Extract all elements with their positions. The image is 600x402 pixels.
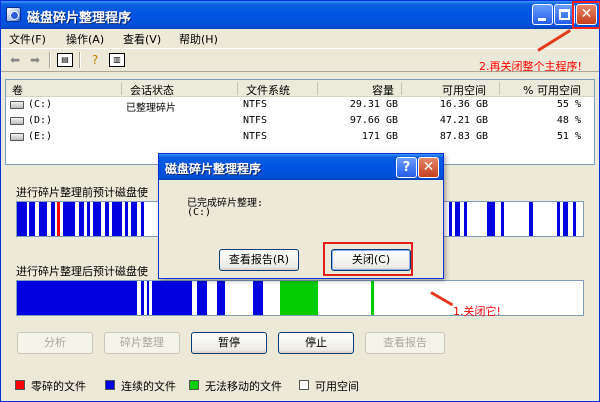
dialog-volume: (C:) bbox=[187, 207, 212, 218]
dialog-title: 磁盘碎片整理程序 bbox=[165, 162, 262, 176]
toolbar-separator bbox=[79, 52, 81, 68]
minimize-icon bbox=[538, 18, 546, 21]
close-button-highlight-box bbox=[323, 242, 413, 276]
volume-capacity: 97.66 GB bbox=[349, 115, 398, 126]
volume-percent-free: 48 % bbox=[556, 115, 581, 126]
column-divider[interactable] bbox=[317, 82, 318, 95]
console-tree-icon[interactable]: ▥ bbox=[109, 53, 125, 67]
col-session-status[interactable]: 会话状态 bbox=[130, 82, 174, 98]
minimize-button[interactable] bbox=[532, 4, 553, 25]
column-divider[interactable] bbox=[401, 82, 402, 95]
volume-list-header: 卷 会话状态 文件系统 容量 可用空间 % 可用空间 bbox=[6, 80, 594, 97]
analyze-button[interactable]: 分析 bbox=[17, 332, 93, 354]
legend-swatch bbox=[189, 380, 199, 390]
volume-free: 16.36 GB bbox=[439, 99, 488, 110]
legend-swatch bbox=[105, 380, 115, 390]
after-defrag-label: 进行碎片整理后预计磁盘使 bbox=[16, 265, 148, 278]
menu-file[interactable]: 文件(F) bbox=[9, 31, 46, 47]
back-arrow-icon[interactable]: ⬅ bbox=[7, 53, 23, 67]
column-divider[interactable] bbox=[499, 82, 500, 95]
annotation-close-dialog: 1.关闭它! bbox=[453, 305, 501, 318]
volume-capacity: 171 GB bbox=[361, 131, 398, 142]
legend-label: 连续的文件 bbox=[121, 380, 176, 393]
stop-button[interactable]: 停止 bbox=[278, 332, 354, 354]
hard-drive-icon bbox=[10, 117, 24, 125]
volume-row[interactable]: (E:) NTFS 171 GB 87.83 GB 51 % bbox=[6, 130, 594, 144]
toolbar-separator bbox=[49, 52, 51, 68]
volume-filesystem: NTFS bbox=[243, 131, 268, 142]
menu-view[interactable]: 查看(V) bbox=[123, 31, 161, 47]
menu-bar: 文件(F) 操作(A) 查看(V) 帮助(H) bbox=[1, 29, 599, 47]
dialog-view-report-button[interactable]: 查看报告(R) bbox=[219, 249, 299, 271]
volume-percent-free: 51 % bbox=[556, 131, 581, 142]
title-bar[interactable]: 磁盘碎片整理程序 ✕ bbox=[1, 1, 599, 29]
view-report-button[interactable]: 查看报告 bbox=[365, 332, 445, 354]
close-button-highlight bbox=[572, 1, 600, 29]
legend-label: 可用空间 bbox=[315, 380, 359, 393]
defrag-app-icon bbox=[6, 7, 21, 22]
volume-row[interactable]: (C:) 已整理碎片 NTFS 29.31 GB 16.36 GB 55 % bbox=[6, 98, 594, 114]
volume-name: (E:) bbox=[28, 131, 53, 142]
volume-name: (C:) bbox=[28, 99, 53, 110]
legend-swatch bbox=[15, 380, 25, 390]
window-title: 磁盘碎片整理程序 bbox=[27, 11, 132, 26]
hard-drive-icon bbox=[10, 101, 24, 109]
volume-free: 47.21 GB bbox=[439, 115, 488, 126]
before-defrag-label: 进行碎片整理前预计磁盘使 bbox=[16, 186, 148, 199]
maximize-icon bbox=[559, 9, 570, 20]
volume-filesystem: NTFS bbox=[243, 99, 268, 110]
dialog-help-button[interactable]: ? bbox=[396, 157, 417, 178]
legend-label: 无法移动的文件 bbox=[205, 380, 282, 393]
defrag-main-window: 磁盘碎片整理程序 ✕ 文件(F) 操作(A) 查看(V) 帮助(H) ⬅ ➡ ▤… bbox=[0, 0, 600, 402]
volume-name: (D:) bbox=[28, 115, 53, 126]
column-divider[interactable] bbox=[237, 82, 238, 95]
volume-row[interactable]: (D:) NTFS 97.66 GB 47.21 GB 48 % bbox=[6, 114, 594, 128]
col-free-space[interactable]: 可用空间 bbox=[442, 82, 486, 98]
hard-drive-icon bbox=[10, 133, 24, 141]
forward-arrow-icon[interactable]: ➡ bbox=[27, 53, 43, 67]
column-divider[interactable] bbox=[121, 82, 122, 95]
volume-status: 已整理碎片 bbox=[126, 103, 176, 114]
col-filesystem[interactable]: 文件系统 bbox=[246, 82, 290, 98]
dialog-close-x-button[interactable]: ✕ bbox=[418, 157, 439, 178]
dialog-title-bar[interactable]: 磁盘碎片整理程序 ? ✕ bbox=[159, 154, 443, 180]
volume-filesystem: NTFS bbox=[243, 115, 268, 126]
col-percent-free[interactable]: % 可用空间 bbox=[523, 82, 581, 98]
col-volume[interactable]: 卷 bbox=[12, 82, 23, 98]
pause-button[interactable]: 暂停 bbox=[191, 332, 267, 354]
volume-capacity: 29.31 GB bbox=[349, 99, 398, 110]
help-icon[interactable]: ? bbox=[87, 53, 103, 67]
volume-free: 87.83 GB bbox=[439, 131, 488, 142]
defragment-button[interactable]: 碎片整理 bbox=[104, 332, 180, 354]
menu-action[interactable]: 操作(A) bbox=[66, 31, 104, 47]
col-capacity[interactable]: 容量 bbox=[372, 82, 394, 98]
legend-label: 零碎的文件 bbox=[31, 380, 86, 393]
annotation-close-main: 2.再关闭整个主程序! bbox=[479, 60, 582, 73]
volume-percent-free: 55 % bbox=[556, 99, 581, 110]
properties-icon[interactable]: ▤ bbox=[57, 53, 73, 67]
menu-help[interactable]: 帮助(H) bbox=[179, 31, 218, 47]
legend-swatch bbox=[299, 380, 309, 390]
